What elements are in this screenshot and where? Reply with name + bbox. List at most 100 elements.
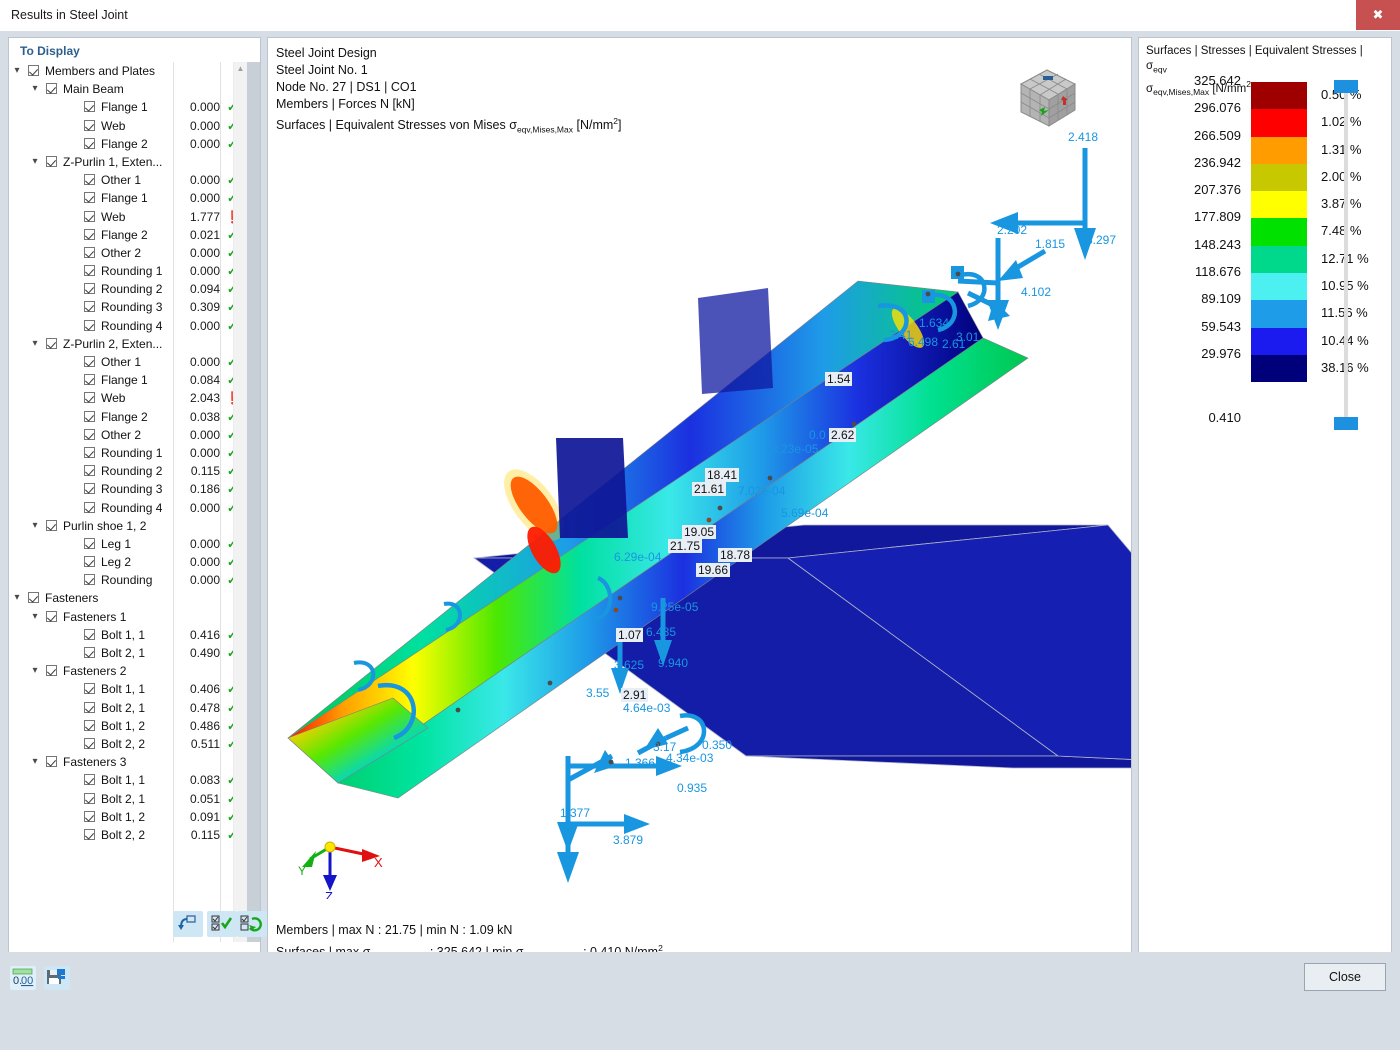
tree-row[interactable]: ▾ Z-Purlin 2, Exten... <box>10 335 246 353</box>
legend-color-swatch[interactable] <box>1251 191 1307 219</box>
tree-row[interactable]: Other 1 0.000 ✓ <box>10 171 246 189</box>
chevron-down-icon[interactable]: ▾ <box>10 62 24 80</box>
chevron-down-icon[interactable]: ▾ <box>10 589 24 607</box>
tree-checkbox[interactable] <box>46 155 57 167</box>
chevron-down-icon[interactable]: ▾ <box>28 662 42 680</box>
tree-row[interactable]: ▾ Fasteners 3 <box>10 753 246 771</box>
tree-checkbox[interactable] <box>84 410 95 422</box>
tree-row[interactable]: ▾ Purlin shoe 1, 2 <box>10 517 246 535</box>
tree-checkbox[interactable] <box>84 774 95 786</box>
tree-checkbox[interactable] <box>84 719 95 731</box>
tree-row[interactable]: ▾ Fasteners 1 <box>10 608 246 626</box>
close-button[interactable]: Close <box>1304 963 1386 991</box>
3d-scene[interactable] <box>268 38 1131 999</box>
tree-checkbox[interactable] <box>84 810 95 822</box>
tree-checkbox[interactable] <box>46 756 57 768</box>
tree-checkbox[interactable] <box>84 647 95 658</box>
tree-row[interactable]: Rounding 0.000 ✓ <box>10 571 246 589</box>
tree-checkbox[interactable] <box>84 283 95 295</box>
results-tree[interactable]: ▾ Members and Plates ▾ Main Beam Flange 1 0.0… <box>10 62 246 942</box>
tree-checkbox[interactable] <box>84 246 95 258</box>
tree-checkbox[interactable] <box>46 610 57 622</box>
tree-row[interactable]: Flange 1 0.084 ✓ <box>10 371 246 389</box>
tree-checkbox[interactable] <box>46 337 57 349</box>
tree-row[interactable]: Rounding 2 0.094 ✓ <box>10 280 246 298</box>
tree-row[interactable]: Rounding 4 0.000 ✓ <box>10 317 246 335</box>
tree-row[interactable]: Web2.043❗ <box>10 389 246 407</box>
tree-checkbox[interactable] <box>84 319 95 331</box>
tree-row[interactable]: ▾ Members and Plates <box>10 62 246 80</box>
chevron-down-icon[interactable]: ▾ <box>28 80 42 98</box>
tree-row[interactable]: Other 1 0.000 ✓ <box>10 353 246 371</box>
tree-checkbox[interactable] <box>84 683 95 695</box>
tree-row[interactable]: Rounding 1 0.000 ✓ <box>10 262 246 280</box>
legend-color-swatch[interactable] <box>1251 245 1307 274</box>
scroll-up-icon[interactable]: ▲ <box>234 62 247 76</box>
tree-row[interactable]: ▾ Z-Purlin 1, Exten... <box>10 153 246 171</box>
legend-color-swatch[interactable] <box>1251 354 1307 383</box>
tree-row[interactable]: Web1.777❗ <box>10 208 246 226</box>
tree-checkbox[interactable] <box>84 574 95 586</box>
tree-checkbox[interactable] <box>28 65 39 76</box>
tree-checkbox[interactable] <box>84 428 95 440</box>
tree-row[interactable]: Flange 2 0.038 ✓ <box>10 408 246 426</box>
tree-checkbox[interactable] <box>84 119 95 131</box>
save-configuration-icon[interactable] <box>44 966 70 990</box>
slider-min-handle[interactable] <box>1334 417 1358 430</box>
legend-range-slider[interactable] <box>1334 80 1358 430</box>
tree-row[interactable]: Rounding 2 0.115 ✓ <box>10 462 246 480</box>
tree-row[interactable]: Bolt 1, 1 0.083 ✓ <box>10 771 246 789</box>
tree-checkbox[interactable] <box>84 737 95 749</box>
tree-checkbox[interactable] <box>84 265 95 277</box>
units-button[interactable]: 0. 00 <box>10 966 36 990</box>
tree-checkbox[interactable] <box>84 101 95 113</box>
tree-checkbox[interactable] <box>46 665 57 677</box>
legend-color-swatch[interactable] <box>1251 218 1307 246</box>
tree-row[interactable]: Leg 2 0.000 ✓ <box>10 553 246 571</box>
tree-row[interactable]: Rounding 3 0.186 ✓ <box>10 480 246 498</box>
slider-max-handle[interactable] <box>1334 80 1358 93</box>
tree-row[interactable]: Bolt 1, 1 0.406 ✓ <box>10 680 246 698</box>
tree-vertical-scrollbar[interactable]: ▲ ▼ <box>233 62 247 942</box>
tree-row[interactable]: Flange 2 0.021 ✓ <box>10 226 246 244</box>
tree-checkbox[interactable] <box>84 465 95 477</box>
tree-row[interactable]: Web 0.000 ✓ <box>10 117 246 135</box>
legend-color-swatch[interactable] <box>1251 300 1307 328</box>
tree-row[interactable]: Rounding 1 0.000 ✓ <box>10 444 246 462</box>
tree-row[interactable]: Flange 1 0.000 ✓ <box>10 98 246 116</box>
tree-checkbox[interactable] <box>84 210 95 222</box>
tree-checkbox[interactable] <box>84 392 95 404</box>
tree-checkbox[interactable] <box>84 446 95 458</box>
3d-view-panel[interactable]: Steel Joint Design Steel Joint No. 1 Nod… <box>267 37 1132 1000</box>
tree-checkbox[interactable] <box>84 192 95 204</box>
tree-row[interactable]: Flange 2 0.000 ✓ <box>10 135 246 153</box>
tree-checkbox[interactable] <box>84 301 95 313</box>
tree-row[interactable]: Bolt 1, 1 0.416 ✓ <box>10 626 246 644</box>
tree-checkbox[interactable] <box>46 83 57 95</box>
tree-row[interactable]: Bolt 2, 1 0.478 ✓ <box>10 699 246 717</box>
tree-checkbox[interactable] <box>84 483 95 495</box>
legend-color-swatch[interactable] <box>1251 327 1307 355</box>
tree-checkbox[interactable] <box>84 537 95 549</box>
tree-row[interactable]: Bolt 2, 2 0.511 ✓ <box>10 735 246 753</box>
chevron-down-icon[interactable]: ▾ <box>28 753 42 771</box>
tree-checkbox[interactable] <box>84 556 95 568</box>
tree-checkbox[interactable] <box>84 174 95 186</box>
tree-row[interactable]: Other 2 0.000 ✓ <box>10 244 246 262</box>
tree-row[interactable]: Bolt 2, 1 0.490 ✓ <box>10 644 246 662</box>
window-close-icon[interactable]: ✖ <box>1356 0 1400 30</box>
tree-row[interactable]: Bolt 2, 1 0.051 ✓ <box>10 790 246 808</box>
tree-row[interactable]: Bolt 1, 2 0.486 ✓ <box>10 717 246 735</box>
reset-selection-icon[interactable] <box>173 911 203 937</box>
legend-color-swatch[interactable] <box>1251 82 1307 110</box>
tree-checkbox[interactable] <box>84 356 95 367</box>
tree-checkbox[interactable] <box>46 519 57 531</box>
chevron-down-icon[interactable]: ▾ <box>28 335 42 353</box>
tree-row[interactable]: Bolt 1, 2 0.091 ✓ <box>10 808 246 826</box>
tree-row[interactable]: ▾ Fasteners 2 <box>10 662 246 680</box>
tree-row[interactable]: ▾ Fasteners <box>10 589 246 607</box>
tree-checkbox[interactable] <box>84 137 95 149</box>
tree-checkbox[interactable] <box>28 592 39 604</box>
chevron-down-icon[interactable]: ▾ <box>28 517 42 535</box>
tree-checkbox[interactable] <box>84 228 95 240</box>
